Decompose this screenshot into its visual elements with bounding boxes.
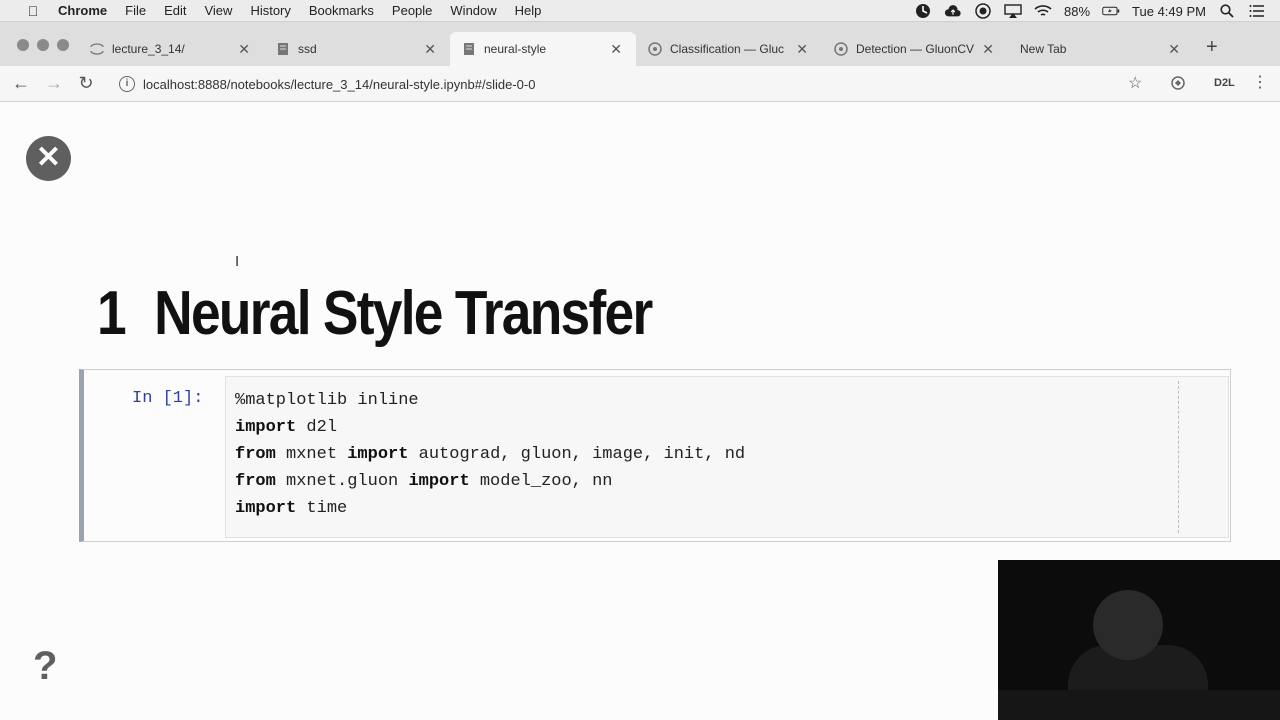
tab-label: Detection — GluonCV [856, 42, 975, 56]
tab-label: lecture_3_14/ [112, 42, 185, 56]
code-line: %matplotlib inline [235, 391, 419, 410]
notification-center-icon[interactable] [1248, 4, 1266, 18]
status-app-icon[interactable] [914, 4, 932, 18]
close-tab-icon[interactable]: ✕ [424, 41, 436, 58]
menu-help[interactable]: Help [515, 3, 542, 18]
tab-ssd[interactable]: ssd ✕ [264, 32, 450, 66]
menu-file[interactable]: File [125, 3, 146, 18]
close-slideshow-icon[interactable]: ✕ [26, 136, 71, 181]
menu-view[interactable]: View [204, 3, 232, 18]
site-info-icon[interactable]: i [119, 76, 135, 92]
notebook-slide: ✕ I 1 Neural Style Transfer In [1]: %matp… [0, 102, 1280, 720]
presenter-head [1093, 590, 1163, 660]
spotlight-search-icon[interactable] [1218, 4, 1236, 18]
battery-icon[interactable] [1102, 4, 1120, 18]
code-line: import d2l [235, 418, 337, 437]
code-token: %matplotlib inline [235, 391, 419, 410]
macos-menubar:  Chrome File Edit View History Bookmark… [0, 0, 1280, 22]
apple-icon[interactable]:  [22, 3, 44, 19]
ruler-line [1178, 381, 1179, 533]
code-token: time [296, 499, 348, 518]
bookmark-star-icon[interactable]: ☆ [1128, 73, 1142, 93]
desk-area [998, 690, 1280, 720]
d2l-extension-button[interactable]: D2L [1214, 77, 1235, 89]
webcam-overlay [998, 560, 1280, 720]
gluon-icon [648, 42, 662, 56]
keyword-token: import [408, 472, 470, 491]
keyword-token: from [235, 472, 276, 491]
new-tab-button[interactable]: + [1206, 36, 1218, 59]
close-window-button[interactable] [17, 39, 29, 51]
keyword-token: import [347, 445, 409, 464]
keyword-token: import [235, 499, 297, 518]
jupyter-icon [90, 42, 104, 56]
menu-window[interactable]: Window [450, 3, 496, 18]
chrome-menu-icon[interactable]: ⋮ [1252, 72, 1268, 92]
menubar-clock[interactable]: Tue 4:49 PM [1132, 4, 1206, 19]
text-cursor-icon: I [235, 253, 240, 270]
tab-label: ssd [298, 42, 317, 56]
menu-bookmarks[interactable]: Bookmarks [309, 3, 374, 18]
address-url[interactable]: localhost:8888/notebooks/lecture_3_14/ne… [143, 77, 535, 92]
zoom-window-button[interactable] [57, 39, 69, 51]
tab-label: neural-style [484, 42, 547, 56]
code-token: mxnet.gluon [275, 472, 409, 491]
close-tab-icon[interactable]: ✕ [610, 41, 622, 58]
code-line: import time [235, 499, 347, 518]
notebook-icon [462, 42, 476, 56]
code-cell[interactable]: In [1]: %matplotlib inline import d2l fr… [79, 369, 1231, 542]
browser-toolbar: ← → ↻ i localhost:8888/notebooks/lecture… [0, 66, 1280, 102]
keyword-token: import [235, 418, 297, 437]
cell-prompt: In [1]: [132, 389, 204, 408]
forward-arrow-icon[interactable]: → [43, 73, 65, 94]
code-line: from mxnet import autograd, gluon, image… [235, 445, 745, 464]
menu-edit[interactable]: Edit [164, 3, 186, 18]
help-icon[interactable]: ? [33, 644, 57, 689]
wifi-icon[interactable] [1034, 4, 1052, 18]
code-token: autograd, gluon, image, init, nd [408, 445, 746, 464]
tab-detection-gluoncv[interactable]: Detection — GluonCV ✕ [822, 32, 1008, 66]
code-token: d2l [296, 418, 338, 437]
minimize-window-button[interactable] [37, 39, 49, 51]
page-title: 1 Neural Style Transfer [97, 278, 653, 349]
battery-percent: 88% [1064, 3, 1091, 19]
code-line: from mxnet.gluon import model_zoo, nn [235, 472, 612, 491]
menu-people[interactable]: People [392, 3, 432, 18]
window-controls [17, 39, 69, 51]
close-tab-icon[interactable]: ✕ [238, 41, 250, 58]
extension-icon[interactable] [1170, 75, 1186, 94]
heading-number: 1 [97, 279, 127, 348]
close-tab-icon[interactable]: ✕ [982, 41, 994, 58]
code-token: model_zoo, nn [469, 472, 613, 491]
tab-neural-style[interactable]: neural-style ✕ [450, 32, 636, 66]
code-token: mxnet [275, 445, 348, 464]
tab-label: Classification — Gluc [670, 42, 785, 56]
menu-history[interactable]: History [250, 3, 290, 18]
keyword-token: from [235, 445, 276, 464]
close-tab-icon[interactable]: ✕ [1168, 41, 1180, 58]
tab-classification-gluon[interactable]: Classification — Gluc ✕ [636, 32, 822, 66]
tab-label: New Tab [1020, 42, 1067, 56]
browser-tab-strip: lecture_3_14/ ✕ ssd ✕ neural-style ✕ Cla… [0, 22, 1280, 66]
reload-icon[interactable]: ↻ [75, 73, 97, 94]
code-editor[interactable]: %matplotlib inline import d2l from mxnet… [225, 376, 1229, 538]
gluon-icon [834, 42, 848, 56]
address-bar[interactable]: i localhost:8888/notebooks/lecture_3_14/… [112, 70, 1157, 98]
close-tab-icon[interactable]: ✕ [796, 41, 808, 58]
heading-text: Neural Style Transfer [154, 279, 653, 348]
record-icon[interactable] [974, 3, 992, 19]
back-arrow-icon[interactable]: ← [10, 73, 32, 94]
airplay-icon[interactable] [1004, 4, 1022, 18]
tab-lecture-3-14[interactable]: lecture_3_14/ ✕ [78, 32, 264, 66]
tab-new-tab[interactable]: New Tab ✕ [1008, 32, 1194, 66]
notebook-icon [276, 42, 290, 56]
cloud-upload-icon[interactable] [944, 4, 962, 18]
menu-app-name[interactable]: Chrome [58, 3, 107, 18]
